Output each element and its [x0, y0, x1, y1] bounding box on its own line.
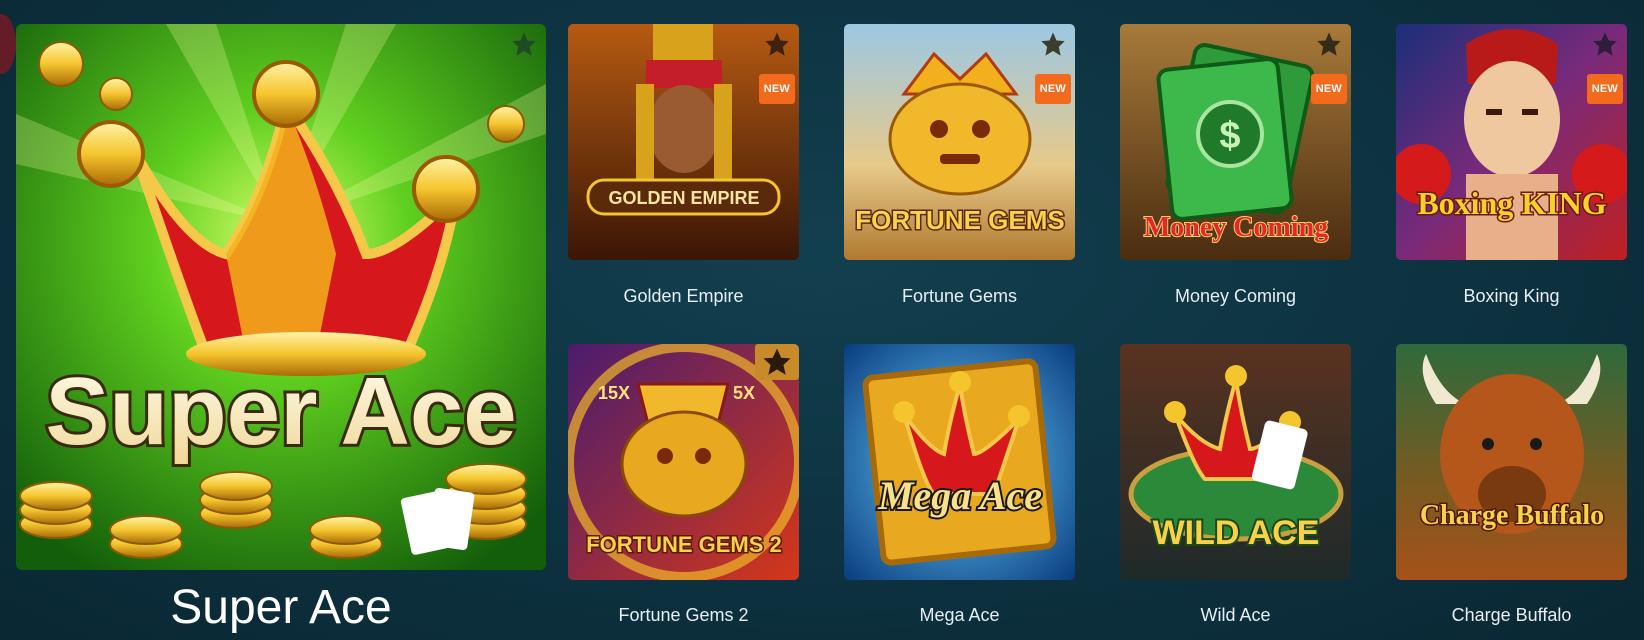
favorite-star-button[interactable]	[1315, 30, 1343, 58]
svg-text:Mega Ace: Mega Ace	[877, 473, 1042, 518]
star-icon	[1317, 32, 1341, 56]
mega-ace-artwork: Mega Ace	[844, 344, 1075, 580]
money-coming-artwork: $ Money Coming	[1120, 24, 1351, 260]
game-tile-golden-empire[interactable]: GOLDEN EMPIRE NEW	[568, 24, 799, 260]
svg-text:Money Coming: Money Coming	[1144, 212, 1328, 243]
game-tile-wild-ace[interactable]: WILD ACE	[1120, 344, 1351, 580]
favorite-star-button[interactable]	[1591, 30, 1619, 58]
new-badge: NEW	[758, 74, 795, 104]
new-badge: NEW	[1034, 74, 1071, 104]
new-badge: NEW	[1310, 74, 1347, 104]
star-icon	[512, 32, 536, 56]
game-tile-mega-ace[interactable]: Mega Ace	[844, 344, 1075, 580]
game-name: Fortune Gems	[901, 286, 1018, 306]
game-name: Money Coming	[1174, 286, 1297, 306]
game-tile-fortune-gems[interactable]: FORTUNE GEMS NEW	[844, 24, 1075, 260]
featured-game-name: Super Ace	[170, 581, 392, 634]
fortune-gems-artwork: FORTUNE GEMS	[844, 24, 1075, 260]
boxing-king-artwork: Boxing KING	[1396, 24, 1627, 260]
star-icon	[1041, 32, 1065, 56]
game-name: Charge Buffalo	[1451, 605, 1572, 625]
svg-text:GOLDEN EMPIRE: GOLDEN EMPIRE	[608, 188, 759, 208]
favorite-star-button[interactable]	[763, 30, 791, 58]
favorite-star-button[interactable]	[510, 30, 538, 58]
game-name: Fortune Gems 2	[618, 605, 749, 625]
svg-text:5X: 5X	[733, 383, 755, 403]
svg-text:FORTUNE GEMS: FORTUNE GEMS	[855, 205, 1064, 235]
wild-ace-artwork: WILD ACE	[1120, 344, 1351, 580]
game-name: Golden Empire	[623, 286, 744, 306]
svg-text:Charge Buffalo: Charge Buffalo	[1420, 500, 1604, 531]
star-icon	[1593, 32, 1617, 56]
star-icon	[763, 348, 791, 375]
new-badge: NEW	[1586, 74, 1623, 104]
super-ace-artwork: Super Ace	[16, 24, 546, 570]
svg-text:WILD ACE: WILD ACE	[1153, 514, 1320, 552]
game-name: Mega Ace	[919, 605, 1000, 625]
game-tile-money-coming[interactable]: $ Money Coming NEW	[1120, 24, 1351, 260]
golden-empire-artwork: GOLDEN EMPIRE	[568, 24, 799, 260]
svg-text:15X: 15X	[598, 383, 630, 403]
svg-text:Super Ace: Super Ace	[45, 358, 516, 465]
svg-text:FORTUNE GEMS 2: FORTUNE GEMS 2	[586, 532, 782, 557]
charge-buffalo-artwork: Charge Buffalo	[1396, 344, 1627, 580]
game-tile-fortune-gems-2[interactable]: 15X 5X FORTUNE GEMS 2	[568, 344, 799, 580]
game-name: Boxing King	[1463, 286, 1560, 306]
game-tile-boxing-king[interactable]: Boxing KING NEW	[1396, 24, 1627, 260]
favorite-star-button[interactable]	[755, 344, 799, 380]
featured-game-tile[interactable]: Super Ace	[16, 24, 546, 570]
svg-text:$: $	[1219, 115, 1240, 157]
svg-text:Boxing KING: Boxing KING	[1417, 185, 1606, 221]
edge-decoration	[0, 14, 16, 74]
favorite-star-button[interactable]	[1039, 30, 1067, 58]
game-name: Wild Ace	[1200, 605, 1271, 625]
game-tile-charge-buffalo[interactable]: Charge Buffalo	[1396, 344, 1627, 580]
star-icon	[765, 32, 789, 56]
